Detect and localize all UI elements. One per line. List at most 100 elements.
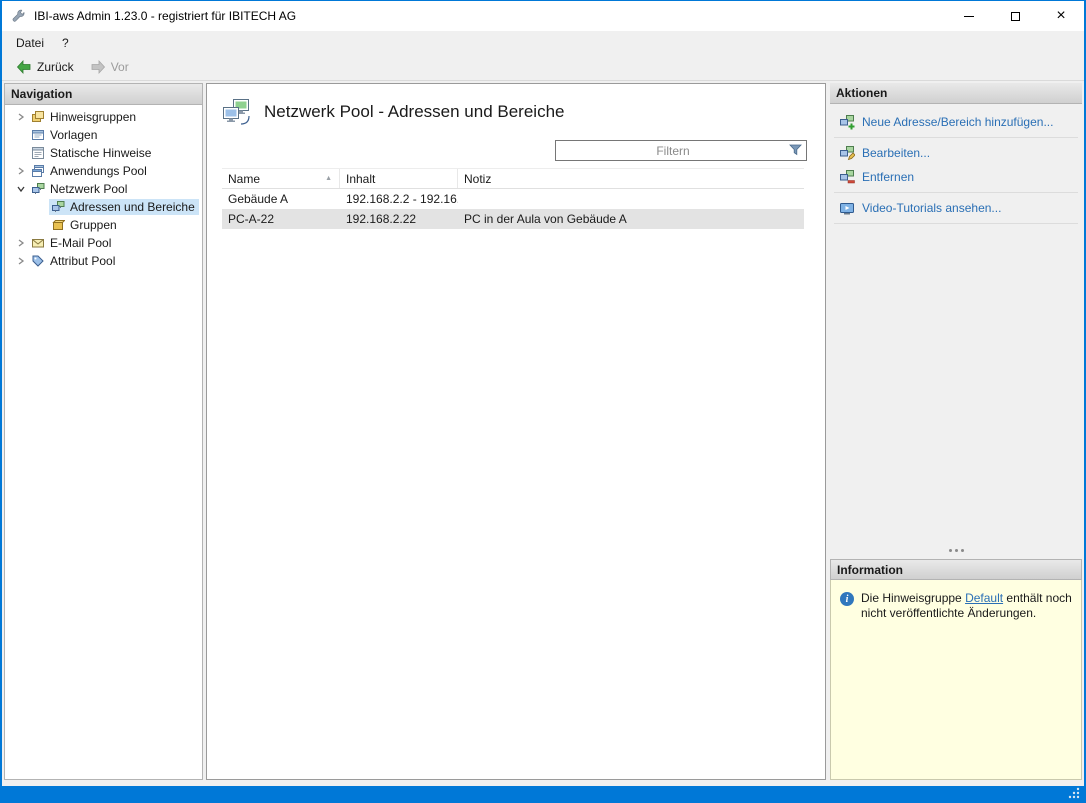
action-video-tutorials[interactable]: Video-Tutorials ansehen... bbox=[830, 196, 1082, 220]
title-bar[interactable]: IBI-aws Admin 1.23.0 - registriert für I… bbox=[2, 1, 1084, 31]
action-remove[interactable]: Entfernen bbox=[830, 165, 1082, 189]
actions-header: Aktionen bbox=[830, 83, 1082, 104]
sort-ascending-icon: ▲ bbox=[325, 175, 333, 182]
resize-grip[interactable] bbox=[1067, 786, 1081, 800]
maximize-icon bbox=[1011, 12, 1020, 21]
groups-box-icon bbox=[51, 218, 65, 232]
table-header-row: Name ▲ Inhalt Notiz bbox=[222, 168, 804, 189]
application-pool-icon bbox=[31, 164, 45, 178]
template-icon bbox=[31, 128, 45, 142]
action-edit[interactable]: Bearbeiten... bbox=[830, 141, 1082, 165]
actions-separator bbox=[834, 192, 1078, 193]
back-button-label: Zurück bbox=[37, 60, 74, 74]
action-add-address[interactable]: Neue Adresse/Bereich hinzufügen... bbox=[830, 110, 1082, 134]
filter-funnel-icon[interactable] bbox=[789, 144, 802, 156]
splitter-handle[interactable] bbox=[830, 544, 1082, 557]
cell-name: PC-A-22 bbox=[222, 212, 340, 226]
app-window: IBI-aws Admin 1.23.0 - registriert für I… bbox=[2, 1, 1084, 786]
add-address-icon bbox=[839, 114, 855, 130]
table-row[interactable]: PC-A-22 192.168.2.22 PC in der Aula von … bbox=[222, 209, 804, 229]
tree-item-email-pool[interactable]: E-Mail Pool bbox=[13, 234, 202, 252]
network-pool-icon bbox=[31, 182, 45, 196]
information-text-before: Die Hinweisgruppe bbox=[861, 591, 965, 605]
tree-item-label: Statische Hinweise bbox=[50, 146, 151, 160]
column-header-label: Name bbox=[228, 172, 260, 186]
window-controls: × bbox=[946, 1, 1084, 31]
back-button[interactable]: Zurück bbox=[9, 57, 81, 77]
email-pool-icon bbox=[31, 236, 45, 250]
action-label: Entfernen bbox=[862, 170, 914, 184]
column-header-label: Notiz bbox=[464, 172, 491, 186]
toolbar: Zurück Vor bbox=[2, 54, 1084, 81]
tree-item-gruppen[interactable]: Gruppen bbox=[13, 216, 202, 234]
navigation-panel: Navigation Hinweisgruppen Vorlagen Stati… bbox=[4, 83, 203, 780]
tree-item-label: Netzwerk Pool bbox=[50, 182, 127, 196]
column-header-notiz[interactable]: Notiz bbox=[458, 169, 804, 188]
action-label: Neue Adresse/Bereich hinzufügen... bbox=[862, 115, 1053, 129]
chevron-down-icon[interactable] bbox=[13, 182, 29, 196]
right-panel: Aktionen Neue Adresse/Bereich hinzufügen… bbox=[830, 83, 1082, 780]
information-section: Information Die Hinweisgruppe Default en… bbox=[830, 559, 1082, 780]
tree-item-label: E-Mail Pool bbox=[50, 236, 111, 250]
cell-inhalt: 192.168.2.22 bbox=[340, 212, 458, 226]
menu-bar: Datei ? bbox=[2, 31, 1084, 54]
chevron-right-icon[interactable] bbox=[13, 110, 29, 124]
close-button[interactable]: × bbox=[1038, 1, 1084, 31]
splitter-dots-icon bbox=[955, 549, 958, 552]
navigation-header: Navigation bbox=[5, 84, 202, 105]
chevron-right-icon[interactable] bbox=[13, 254, 29, 268]
static-notice-icon bbox=[31, 146, 45, 160]
content-area: Navigation Hinweisgruppen Vorlagen Stati… bbox=[2, 81, 1084, 786]
tree-item-label: Attribut Pool bbox=[50, 254, 115, 268]
tree-item-adressen-und-bereiche[interactable]: Adressen und Bereiche bbox=[13, 198, 202, 216]
information-header-label: Information bbox=[837, 563, 903, 577]
edit-icon bbox=[839, 145, 855, 161]
table-row[interactable]: Gebäude A 192.168.2.2 - 192.16... bbox=[222, 189, 804, 209]
minimize-button[interactable] bbox=[946, 1, 992, 31]
menu-datei[interactable]: Datei bbox=[7, 33, 53, 53]
actions-header-label: Aktionen bbox=[836, 86, 887, 100]
tree-item-label: Adressen und Bereiche bbox=[70, 200, 195, 214]
tree-item-vorlagen[interactable]: Vorlagen bbox=[13, 126, 202, 144]
navigation-header-label: Navigation bbox=[11, 87, 72, 101]
chevron-right-icon[interactable] bbox=[13, 236, 29, 250]
menu-help[interactable]: ? bbox=[53, 33, 78, 53]
column-header-label: Inhalt bbox=[346, 172, 375, 186]
address-table: Name ▲ Inhalt Notiz Gebäude A 192.168.2.… bbox=[222, 168, 804, 229]
forward-button-label: Vor bbox=[111, 60, 129, 74]
filter-input[interactable] bbox=[555, 140, 807, 161]
back-arrow-icon bbox=[16, 59, 32, 75]
chevron-right-icon[interactable] bbox=[13, 164, 29, 178]
information-box: Die Hinweisgruppe Default enthält noch n… bbox=[830, 580, 1082, 780]
information-text: Die Hinweisgruppe Default enthält noch n… bbox=[861, 591, 1073, 621]
network-pool-page-icon bbox=[221, 97, 251, 127]
information-header: Information bbox=[830, 559, 1082, 580]
action-label: Bearbeiten... bbox=[862, 146, 930, 160]
app-icon bbox=[11, 8, 27, 24]
tree-item-attribut-pool[interactable]: Attribut Pool bbox=[13, 252, 202, 270]
default-group-link[interactable]: Default bbox=[965, 591, 1003, 605]
actions-list: Neue Adresse/Bereich hinzufügen... Bearb… bbox=[830, 104, 1082, 224]
column-header-name[interactable]: Name ▲ bbox=[222, 169, 340, 188]
main-header: Netzwerk Pool - Adressen und Bereiche bbox=[207, 84, 825, 127]
tree-item-statische-hinweise[interactable]: Statische Hinweise bbox=[13, 144, 202, 162]
tree-item-label: Vorlagen bbox=[50, 128, 97, 142]
maximize-button[interactable] bbox=[992, 1, 1038, 31]
cell-inhalt: 192.168.2.2 - 192.16... bbox=[340, 192, 458, 206]
page-title: Netzwerk Pool - Adressen und Bereiche bbox=[264, 102, 565, 122]
tree-item-label: Gruppen bbox=[70, 218, 117, 232]
actions-separator bbox=[834, 223, 1078, 224]
notice-groups-icon bbox=[31, 110, 45, 124]
info-icon bbox=[840, 592, 854, 606]
tree-item-hinweisgruppen[interactable]: Hinweisgruppen bbox=[13, 108, 202, 126]
video-tutorials-icon bbox=[839, 200, 855, 216]
tree-item-anwendungs-pool[interactable]: Anwendungs Pool bbox=[13, 162, 202, 180]
tree-item-netzwerk-pool[interactable]: Netzwerk Pool bbox=[13, 180, 202, 198]
window-title: IBI-aws Admin 1.23.0 - registriert für I… bbox=[34, 9, 296, 23]
action-label: Video-Tutorials ansehen... bbox=[862, 201, 1001, 215]
filter-box bbox=[555, 140, 807, 161]
close-icon: × bbox=[1056, 8, 1065, 24]
forward-button[interactable]: Vor bbox=[83, 57, 136, 77]
minimize-icon bbox=[964, 16, 974, 17]
column-header-inhalt[interactable]: Inhalt bbox=[340, 169, 458, 188]
